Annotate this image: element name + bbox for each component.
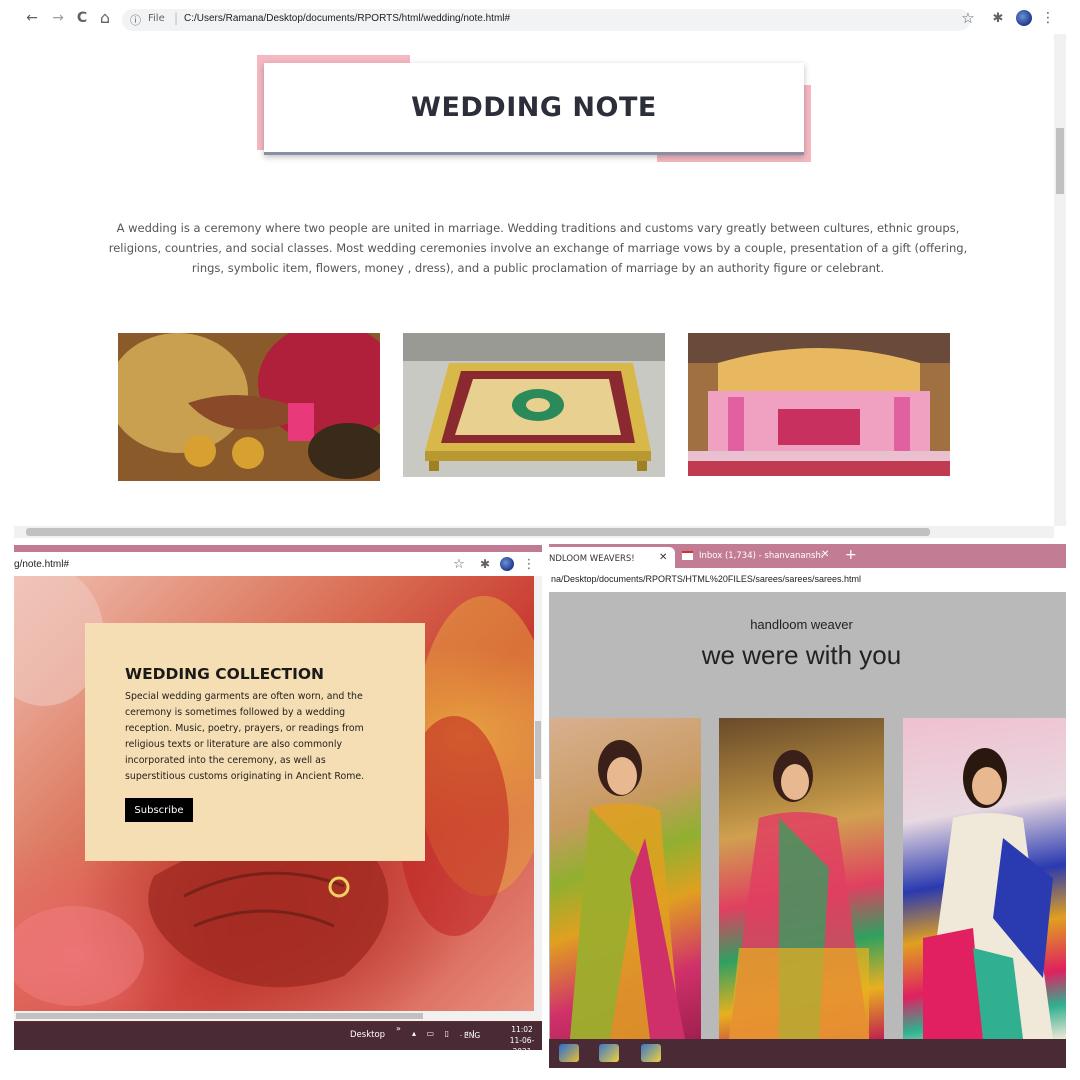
- python-app-icon[interactable]: [641, 1044, 661, 1062]
- language-indicator[interactable]: ENG: [464, 1031, 480, 1040]
- windows-taskbar: [549, 1039, 1066, 1068]
- browser-menu-icon[interactable]: ⋮: [1041, 10, 1055, 26]
- wedding-stage-photo: [688, 333, 950, 476]
- subscribe-button[interactable]: Subscribe: [125, 798, 193, 822]
- close-tab-icon[interactable]: ✕: [659, 552, 667, 563]
- scheme-label: File: [148, 13, 165, 24]
- hero-headline: we were with you: [701, 640, 902, 670]
- extensions-puzzle-icon[interactable]: ✱: [990, 10, 1006, 26]
- horizontal-scrollbar-thumb[interactable]: [26, 528, 930, 536]
- windows-taskbar: Desktop » ▴ ▭ ▯ .ıl ENG 11:02 11-06-2021: [14, 1022, 542, 1050]
- extensions-puzzle-icon[interactable]: ✱: [478, 556, 492, 572]
- tab-label: NDLOOM WEAVERS!: [549, 554, 635, 564]
- browser-toolbar: g/note.html# ☆ ✱ ⋮: [14, 552, 542, 576]
- forward-arrow-icon[interactable]: →: [50, 10, 66, 26]
- horizontal-scrollbar-thumb[interactable]: [16, 1013, 423, 1019]
- url-text[interactable]: C:/Users/Ramana/Desktop/documents/RPORTS…: [184, 13, 510, 24]
- desktop-toolbar-label[interactable]: Desktop: [350, 1030, 385, 1040]
- new-tab-plus-icon[interactable]: +: [845, 547, 857, 563]
- bookmark-star-icon[interactable]: ☆: [452, 556, 466, 572]
- vertical-scrollbar[interactable]: [1054, 34, 1066, 526]
- saree-model-1-photo: [550, 718, 701, 1039]
- browser-toolbar: ← → C ⌂ ⓘ File | C:/Users/Ramana/Desktop…: [14, 0, 1066, 34]
- saree-model-3-photo: [903, 718, 1066, 1039]
- title-card: WEDDING NOTE: [264, 63, 804, 155]
- reload-icon[interactable]: C: [74, 10, 90, 26]
- toolbar-overflow-icon[interactable]: »: [396, 1024, 401, 1033]
- tab-strip: NDLOOM WEAVERS! ✕ Inbox (1,734) - shanva…: [549, 544, 1066, 568]
- clock-time: 11:02: [511, 1025, 533, 1034]
- tab-strip: [14, 545, 542, 552]
- address-bar[interactable]: ⓘ File | C:/Users/Ramana/Desktop/documen…: [122, 9, 970, 31]
- info-icon[interactable]: ⓘ: [130, 12, 141, 28]
- card-body: Special wedding garments are often worn,…: [125, 691, 365, 782]
- home-icon[interactable]: ⌂: [97, 8, 113, 27]
- intro-paragraph: A wedding is a ceremony where two people…: [108, 221, 968, 275]
- clock[interactable]: 11:02 11-06-2021: [504, 1024, 540, 1050]
- clock-date: 11-06-2021: [509, 1036, 535, 1050]
- wedding-hands-photo: [118, 333, 380, 481]
- back-arrow-icon[interactable]: ←: [24, 10, 40, 26]
- python-app-icon[interactable]: [599, 1044, 619, 1062]
- vertical-scrollbar[interactable]: [534, 576, 542, 1013]
- vertical-scrollbar-thumb[interactable]: [1056, 128, 1064, 194]
- page-title: WEDDING NOTE: [411, 92, 657, 123]
- golden-chowki-photo: [403, 333, 665, 477]
- bottom-right-browser-window: NDLOOM WEAVERS! ✕ Inbox (1,734) - shanva…: [549, 544, 1066, 1068]
- saree-model-2-photo: [719, 718, 884, 1039]
- vertical-scrollbar-thumb[interactable]: [535, 721, 541, 779]
- tab-inbox[interactable]: Inbox (1,734) - shanvanansharma: [699, 551, 823, 561]
- url-text[interactable]: na/Desktop/documents/RPORTS/HTML%20FILES…: [551, 574, 861, 584]
- profile-avatar[interactable]: [1016, 10, 1032, 26]
- bottom-left-browser-window: g/note.html# ☆ ✱ ⋮ WEDDING COLLECTION Sp…: [14, 545, 542, 1050]
- hero-subtitle: handloom weaver: [750, 617, 853, 632]
- hero-background-photo: WEDDING COLLECTION Special wedding garme…: [14, 576, 534, 1013]
- tab-handloom-weavers[interactable]: NDLOOM WEAVERS! ✕: [549, 547, 675, 568]
- bookmark-star-icon[interactable]: ☆: [960, 9, 976, 27]
- close-tab-icon[interactable]: ✕: [821, 549, 829, 560]
- wedding-collection-card: WEDDING COLLECTION Special wedding garme…: [85, 623, 425, 861]
- card-title: WEDDING COLLECTION: [125, 665, 325, 683]
- taskbar-app-icon[interactable]: [559, 1044, 579, 1062]
- browser-menu-icon[interactable]: ⋮: [523, 556, 536, 572]
- profile-avatar[interactable]: [500, 557, 514, 571]
- top-browser-window: ← → C ⌂ ⓘ File | C:/Users/Ramana/Desktop…: [14, 0, 1066, 538]
- gmail-icon: [682, 551, 693, 560]
- url-separator: |: [174, 11, 179, 25]
- url-text[interactable]: g/note.html#: [14, 559, 69, 570]
